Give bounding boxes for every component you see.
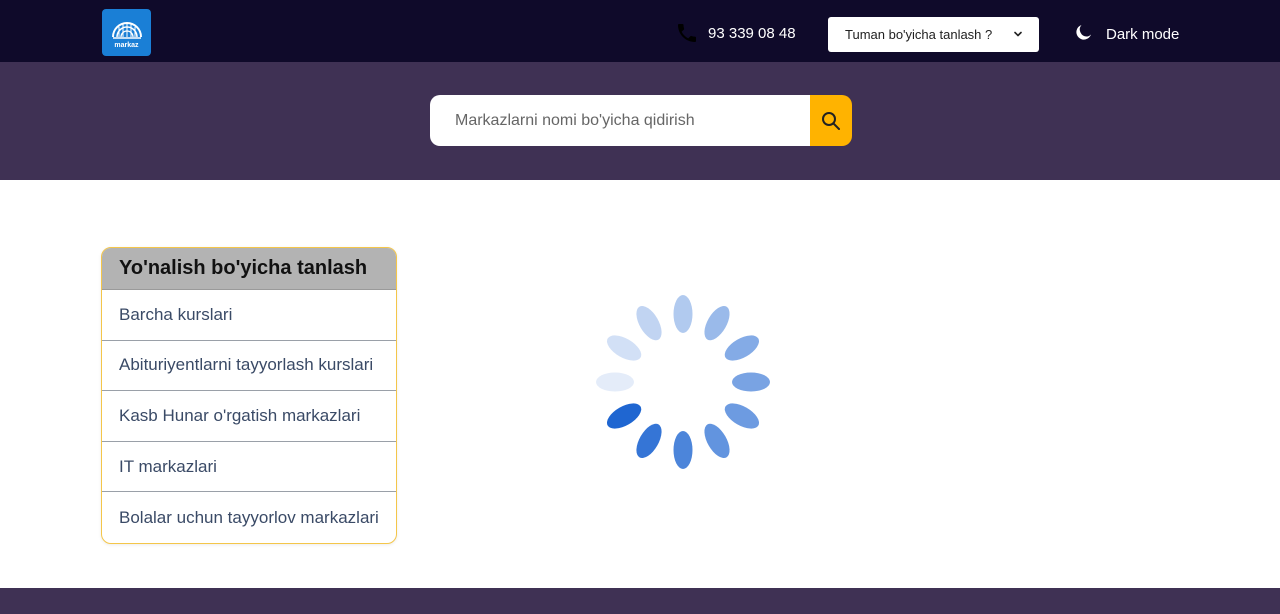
dark-mode-label: Dark mode	[1106, 25, 1180, 43]
search-box	[430, 95, 810, 146]
category-item-kids-prep[interactable]: Bolalar uchun tayyorlov markazlari	[102, 492, 396, 543]
footer-band	[0, 588, 1280, 614]
spinner-petal	[724, 403, 760, 429]
logo-text: markaz	[114, 42, 139, 49]
moon-icon	[1076, 25, 1091, 40]
spinner-petal	[673, 295, 693, 333]
spinner-petal	[636, 423, 662, 459]
spinner-petal	[704, 423, 730, 459]
category-item-it-centers[interactable]: IT markazlari	[102, 442, 396, 493]
phone-icon	[678, 24, 696, 42]
phone-number: 93 339 08 48	[708, 24, 796, 42]
markaz-logo-icon	[111, 22, 142, 39]
spinner-petal	[606, 335, 642, 361]
district-select-label: Tuman bo'yicha tanlash ?	[845, 27, 993, 42]
spinner-petal	[724, 335, 760, 361]
chevron-down-icon	[1014, 31, 1022, 37]
spinner-petal	[606, 403, 642, 429]
phone-contact[interactable]: 93 339 08 48	[675, 21, 796, 45]
top-navbar: markaz 93 339 08 48 Tuman bo'yicha tanla…	[0, 0, 1280, 62]
category-item-all-courses[interactable]: Barcha kurslari	[102, 290, 396, 341]
category-item-vocational[interactable]: Kasb Hunar o'rgatish markazlari	[102, 391, 396, 442]
markaz-logo[interactable]: markaz	[102, 9, 151, 56]
search-section	[0, 62, 1280, 180]
category-panel-title: Yo'nalish bo'yicha tanlash	[102, 248, 396, 290]
search-icon	[822, 111, 840, 130]
category-item-applicant-prep[interactable]: Abituriyentlarni tayyorlash kurslari	[102, 341, 396, 392]
search-button[interactable]	[810, 95, 852, 146]
category-panel: Yo'nalish bo'yicha tanlash Barcha kursla…	[101, 247, 397, 544]
dark-mode-toggle[interactable]: Dark mode	[1075, 24, 1179, 44]
spinner-petal	[673, 431, 693, 469]
spinner-petal	[704, 305, 730, 341]
spinner-petal	[596, 372, 634, 392]
loading-spinner-icon	[596, 295, 770, 469]
district-select[interactable]: Tuman bo'yicha tanlash ?	[828, 17, 1039, 52]
spinner-petal	[636, 305, 662, 341]
search-input[interactable]	[430, 95, 810, 146]
spinner-petal	[732, 372, 770, 392]
